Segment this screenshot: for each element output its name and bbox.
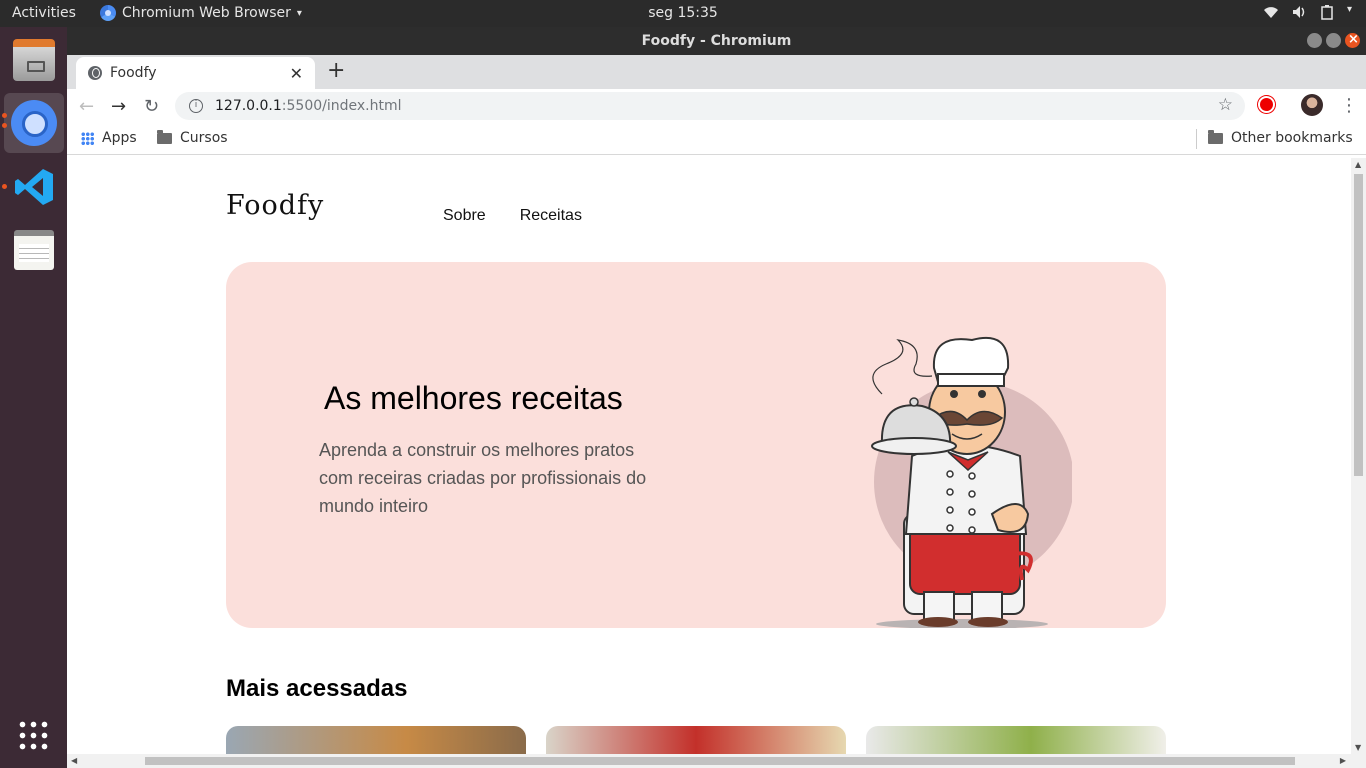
files-icon [13,39,55,81]
maximize-button[interactable] [1326,33,1341,48]
window-titlebar: Foodfy - Chromium [67,26,1366,55]
url-host: 127.0.0.1 [215,98,282,114]
window-title: Foodfy - Chromium [641,33,792,49]
tab-title: Foodfy [110,65,157,81]
section-title-mais-acessadas: Mais acessadas [226,675,408,702]
new-tab-button[interactable]: + [327,58,345,83]
folder-icon [157,129,172,144]
apps-grid-icon [81,131,94,145]
horizontal-scrollbar[interactable]: ◀ ▶ [67,754,1366,768]
page-viewport: Foodfy Sobre Receitas As melhores receit… [67,158,1366,768]
running-indicator [2,113,7,118]
chevron-down-icon: ▾ [296,7,302,19]
text-editor-icon [14,230,54,270]
scroll-down-arrow-icon[interactable]: ▼ [1355,743,1361,752]
browser-window: Foodfy - Chromium Foodfy ✕ + ← → ↻ i 127… [67,26,1366,768]
globe-icon [88,66,102,80]
bookmark-star-icon[interactable]: ☆ [1218,95,1233,115]
bookmark-label: Other bookmarks [1231,130,1353,146]
dock-item-files[interactable] [4,30,64,90]
app-menu-label: Chromium Web Browser [122,5,291,21]
reload-icon[interactable]: ↻ [144,96,159,117]
hero-subtitle: Aprenda a construir os melhores pratos c… [319,440,647,516]
bookmark-label: Apps [102,130,137,146]
hero-banner: As melhores receitas Aprenda a construir… [226,262,1166,628]
site-logo[interactable]: Foodfy [226,190,324,221]
site-nav: Sobre Receitas [443,207,582,225]
close-window-button[interactable] [1345,26,1360,54]
chromium-icon [100,5,116,21]
vertical-scrollbar[interactable]: ▲ ▼ [1351,158,1366,754]
dock-item-text-editor[interactable] [4,220,64,280]
activities-button[interactable]: Activities [12,5,76,21]
nav-link-sobre[interactable]: Sobre [443,207,486,225]
scrollbar-thumb[interactable] [1354,174,1363,476]
wifi-icon[interactable] [1263,4,1279,20]
chevron-down-icon[interactable]: ▾ [1347,4,1352,20]
minimize-button[interactable] [1307,33,1322,48]
battery-icon[interactable] [1319,4,1335,20]
nav-link-receitas[interactable]: Receitas [520,207,582,225]
app-menu[interactable]: Chromium Web Browser ▾ [100,5,302,21]
hero-title: As melhores receitas [324,380,623,416]
running-indicator [2,123,7,128]
tab-foodfy[interactable]: Foodfy ✕ [76,57,315,89]
vscode-icon [15,169,53,205]
volume-icon[interactable] [1291,4,1307,20]
browser-toolbar: ← → ↻ i 127.0.0.1:5500/index.html ☆ ⋮ [67,89,1366,123]
chef-illustration [871,336,1072,628]
folder-icon [1208,129,1223,144]
forward-arrow-icon[interactable]: → [111,96,126,117]
close-tab-icon[interactable]: ✕ [290,64,303,83]
address-bar[interactable]: i 127.0.0.1:5500/index.html ☆ [175,92,1245,120]
show-apps-icon[interactable] [17,719,49,751]
dock-item-chromium[interactable] [4,93,64,153]
back-arrow-icon[interactable]: ← [79,96,94,117]
scrollbar-thumb[interactable] [145,757,1295,765]
dock-item-vscode[interactable] [4,157,64,217]
tab-strip: Foodfy ✕ + [67,55,1366,89]
scroll-right-arrow-icon[interactable]: ▶ [1340,756,1346,765]
system-tray[interactable]: ▾ [1263,4,1352,20]
gnome-top-bar: Activities Chromium Web Browser ▾ seg 15… [0,0,1366,27]
scroll-up-arrow-icon[interactable]: ▲ [1355,160,1361,169]
dock [0,27,67,768]
divider [1196,129,1197,149]
url-path: :5500/index.html [281,98,402,114]
bookmark-label: Cursos [180,130,228,146]
site-info-icon[interactable]: i [189,99,203,113]
menu-kebab-icon[interactable]: ⋮ [1340,95,1358,116]
scroll-left-arrow-icon[interactable]: ◀ [71,756,77,765]
bookmark-cursos[interactable]: Cursos [157,129,228,146]
bookmark-apps[interactable]: Apps [81,130,137,146]
bookmark-other[interactable]: Other bookmarks [1208,129,1353,146]
running-indicator [2,184,7,189]
extension-icon[interactable] [1258,96,1275,113]
chromium-icon [11,100,57,146]
profile-avatar[interactable] [1301,94,1323,116]
bookmarks-bar: Apps Cursos Other bookmarks [67,123,1366,155]
